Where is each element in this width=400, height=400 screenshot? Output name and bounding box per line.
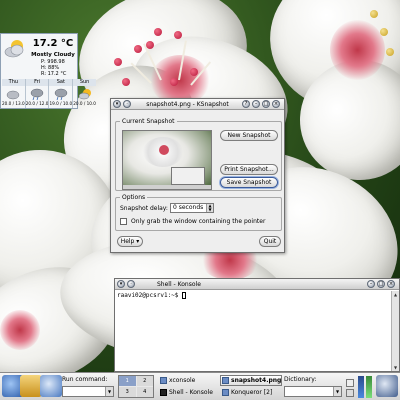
ksnapshot-window[interactable]: ▾ · snapshot4.png - KSnapshot ? – □ × Cu… bbox=[110, 98, 285, 253]
forecast-day: Sun 20.0 / 10.0 bbox=[73, 79, 96, 108]
current-temperature: 17.2 °C bbox=[32, 38, 74, 49]
forecast-day-name: Sun bbox=[73, 79, 96, 86]
forecast-day-name: Sat bbox=[49, 79, 73, 86]
help-button-label: Help bbox=[120, 238, 135, 245]
konsole-titlebar[interactable]: ▾ · Shell - Konsole – □ × bbox=[115, 279, 399, 290]
scroll-up-icon[interactable]: ▲ bbox=[392, 291, 399, 298]
snapshot-preview[interactable] bbox=[122, 130, 212, 190]
pager-desktop-1[interactable]: 1 bbox=[119, 376, 136, 386]
forecast-temps: 20.0 / 13.0 bbox=[2, 101, 25, 106]
task-xconsole[interactable]: xconsole bbox=[158, 375, 220, 386]
window-title: Shell - Konsole bbox=[157, 280, 201, 288]
sticky-icon[interactable]: · bbox=[127, 280, 135, 288]
rain-icon bbox=[54, 88, 68, 100]
vertical-scrollbar[interactable]: ▲ ▼ bbox=[391, 291, 399, 371]
forecast-day-name: Thu bbox=[2, 79, 25, 86]
home-folder-icon[interactable] bbox=[20, 375, 42, 397]
ksnapshot-icon bbox=[222, 377, 229, 384]
dictionary-input[interactable]: ▼ bbox=[284, 386, 342, 397]
snapshot-delay-spinbox[interactable]: 0 seconds ▲ ▼ bbox=[170, 203, 214, 213]
forecast-temps: 19.0 / 10.0 bbox=[49, 101, 73, 106]
close-icon[interactable]: × bbox=[387, 280, 395, 288]
delay-label: Snapshot delay: bbox=[120, 205, 168, 212]
current-snapshot-group: Current Snapshot New Snapshot Print Snap… bbox=[115, 118, 282, 191]
delay-value: 0 seconds bbox=[173, 204, 204, 211]
konqueror-icon[interactable] bbox=[40, 375, 62, 397]
kicker-panel: Run command: ▼ 1 2 3 4 xconsole snapshot… bbox=[0, 372, 400, 400]
weather-widget[interactable]: 17.2 °C Mostly Cloudy P: 998.98 H: 88% R… bbox=[0, 33, 96, 109]
help-button[interactable]: Help ▾ bbox=[117, 236, 143, 247]
clipboard-icon[interactable] bbox=[346, 379, 354, 387]
maximize-icon[interactable]: □ bbox=[377, 280, 385, 288]
task-label: snapshot4.png bbox=[231, 377, 282, 384]
help-icon[interactable]: ? bbox=[242, 100, 250, 108]
window-menu-icon[interactable]: ▾ bbox=[113, 100, 121, 108]
text-cursor bbox=[182, 292, 187, 299]
forecast-row: Thu 20.0 / 13.0 Fri 20.0 / 12.0 Sat 19.0… bbox=[2, 79, 96, 108]
terminal-output[interactable]: raavi02@pcsrv1:~$ bbox=[117, 292, 187, 299]
network-monitor-icon[interactable] bbox=[366, 376, 372, 398]
window-menu-icon[interactable]: ▾ bbox=[117, 280, 125, 288]
system-monitor-icon[interactable] bbox=[358, 376, 364, 398]
forecast-day: Thu 20.0 / 13.0 bbox=[2, 79, 26, 108]
forecast-day: Sat 19.0 / 10.0 bbox=[49, 79, 74, 108]
lock-screen-icon[interactable] bbox=[376, 375, 398, 397]
dictionary-label: Dictionary: bbox=[284, 376, 317, 383]
group-label: Current Snapshot bbox=[120, 118, 177, 125]
weather-condition: Mostly Cloudy bbox=[31, 52, 75, 58]
forecast-day-name: Fri bbox=[25, 79, 49, 86]
volume-icon[interactable] bbox=[346, 389, 354, 397]
realfeel-value: R: 17.2 °C bbox=[41, 71, 67, 77]
window-title: snapshot4.png - KSnapshot bbox=[146, 100, 229, 108]
pager-desktop-3[interactable]: 3 bbox=[119, 387, 136, 397]
task-label: Konqueror [2] bbox=[231, 389, 273, 396]
chevron-down-icon: ▾ bbox=[136, 238, 140, 245]
task-label: Shell - Konsole bbox=[169, 389, 213, 396]
scroll-down-icon[interactable]: ▼ bbox=[392, 364, 399, 371]
forecast-temps: 20.0 / 10.0 bbox=[73, 101, 96, 106]
rain-icon bbox=[30, 88, 44, 100]
run-command-input[interactable]: ▼ bbox=[62, 386, 114, 397]
task-snapshot[interactable]: snapshot4.png bbox=[220, 375, 282, 386]
ksnapshot-titlebar[interactable]: ▾ · snapshot4.png - KSnapshot ? – □ × bbox=[111, 99, 284, 110]
sticky-icon[interactable]: · bbox=[123, 100, 131, 108]
task-label: xconsole bbox=[169, 377, 196, 384]
chevron-down-icon[interactable]: ▼ bbox=[105, 387, 113, 396]
options-group: Options Snapshot delay: 0 seconds ▲ ▼ Onl… bbox=[115, 194, 282, 231]
save-snapshot-button[interactable]: Save Snapshot bbox=[220, 177, 278, 188]
forecast-day: Fri 20.0 / 12.0 bbox=[25, 79, 50, 108]
run-command-label: Run command: bbox=[62, 376, 108, 383]
grab-window-checkbox[interactable] bbox=[120, 218, 127, 225]
shell-prompt: raavi02@pcsrv1:~$ bbox=[117, 292, 179, 299]
task-konsole[interactable]: Shell - Konsole bbox=[158, 387, 220, 398]
new-snapshot-button[interactable]: New Snapshot bbox=[220, 130, 278, 141]
chevron-down-icon[interactable]: ▼ bbox=[333, 387, 341, 396]
forecast-temps: 20.0 / 12.0 bbox=[25, 101, 49, 106]
spin-arrows-icon[interactable]: ▲ ▼ bbox=[206, 204, 213, 212]
konqueror-icon bbox=[222, 389, 229, 396]
minimize-icon[interactable]: – bbox=[367, 280, 375, 288]
maximize-icon[interactable]: □ bbox=[262, 100, 270, 108]
quit-button[interactable]: Quit bbox=[259, 236, 281, 247]
cloudy-icon bbox=[7, 90, 20, 99]
task-konqueror[interactable]: Konqueror [2] bbox=[220, 387, 282, 398]
pager-desktop-2[interactable]: 2 bbox=[136, 376, 153, 386]
xconsole-icon bbox=[160, 377, 167, 384]
minimize-icon[interactable]: – bbox=[252, 100, 260, 108]
partly-cloudy-icon bbox=[4, 40, 24, 58]
close-icon[interactable]: × bbox=[272, 100, 280, 108]
print-snapshot-button[interactable]: Print Snapshot... bbox=[220, 164, 278, 175]
group-label: Options bbox=[120, 194, 148, 201]
desktop-pager[interactable]: 1 2 3 4 bbox=[118, 375, 154, 398]
konsole-icon bbox=[160, 389, 167, 396]
grab-window-label: Only grab the window containing the poin… bbox=[131, 218, 266, 225]
pager-desktop-4[interactable]: 4 bbox=[136, 387, 153, 397]
konsole-window[interactable]: ▾ · Shell - Konsole – □ × raavi02@pcsrv1… bbox=[114, 278, 400, 372]
partly-sunny-icon bbox=[78, 88, 91, 99]
